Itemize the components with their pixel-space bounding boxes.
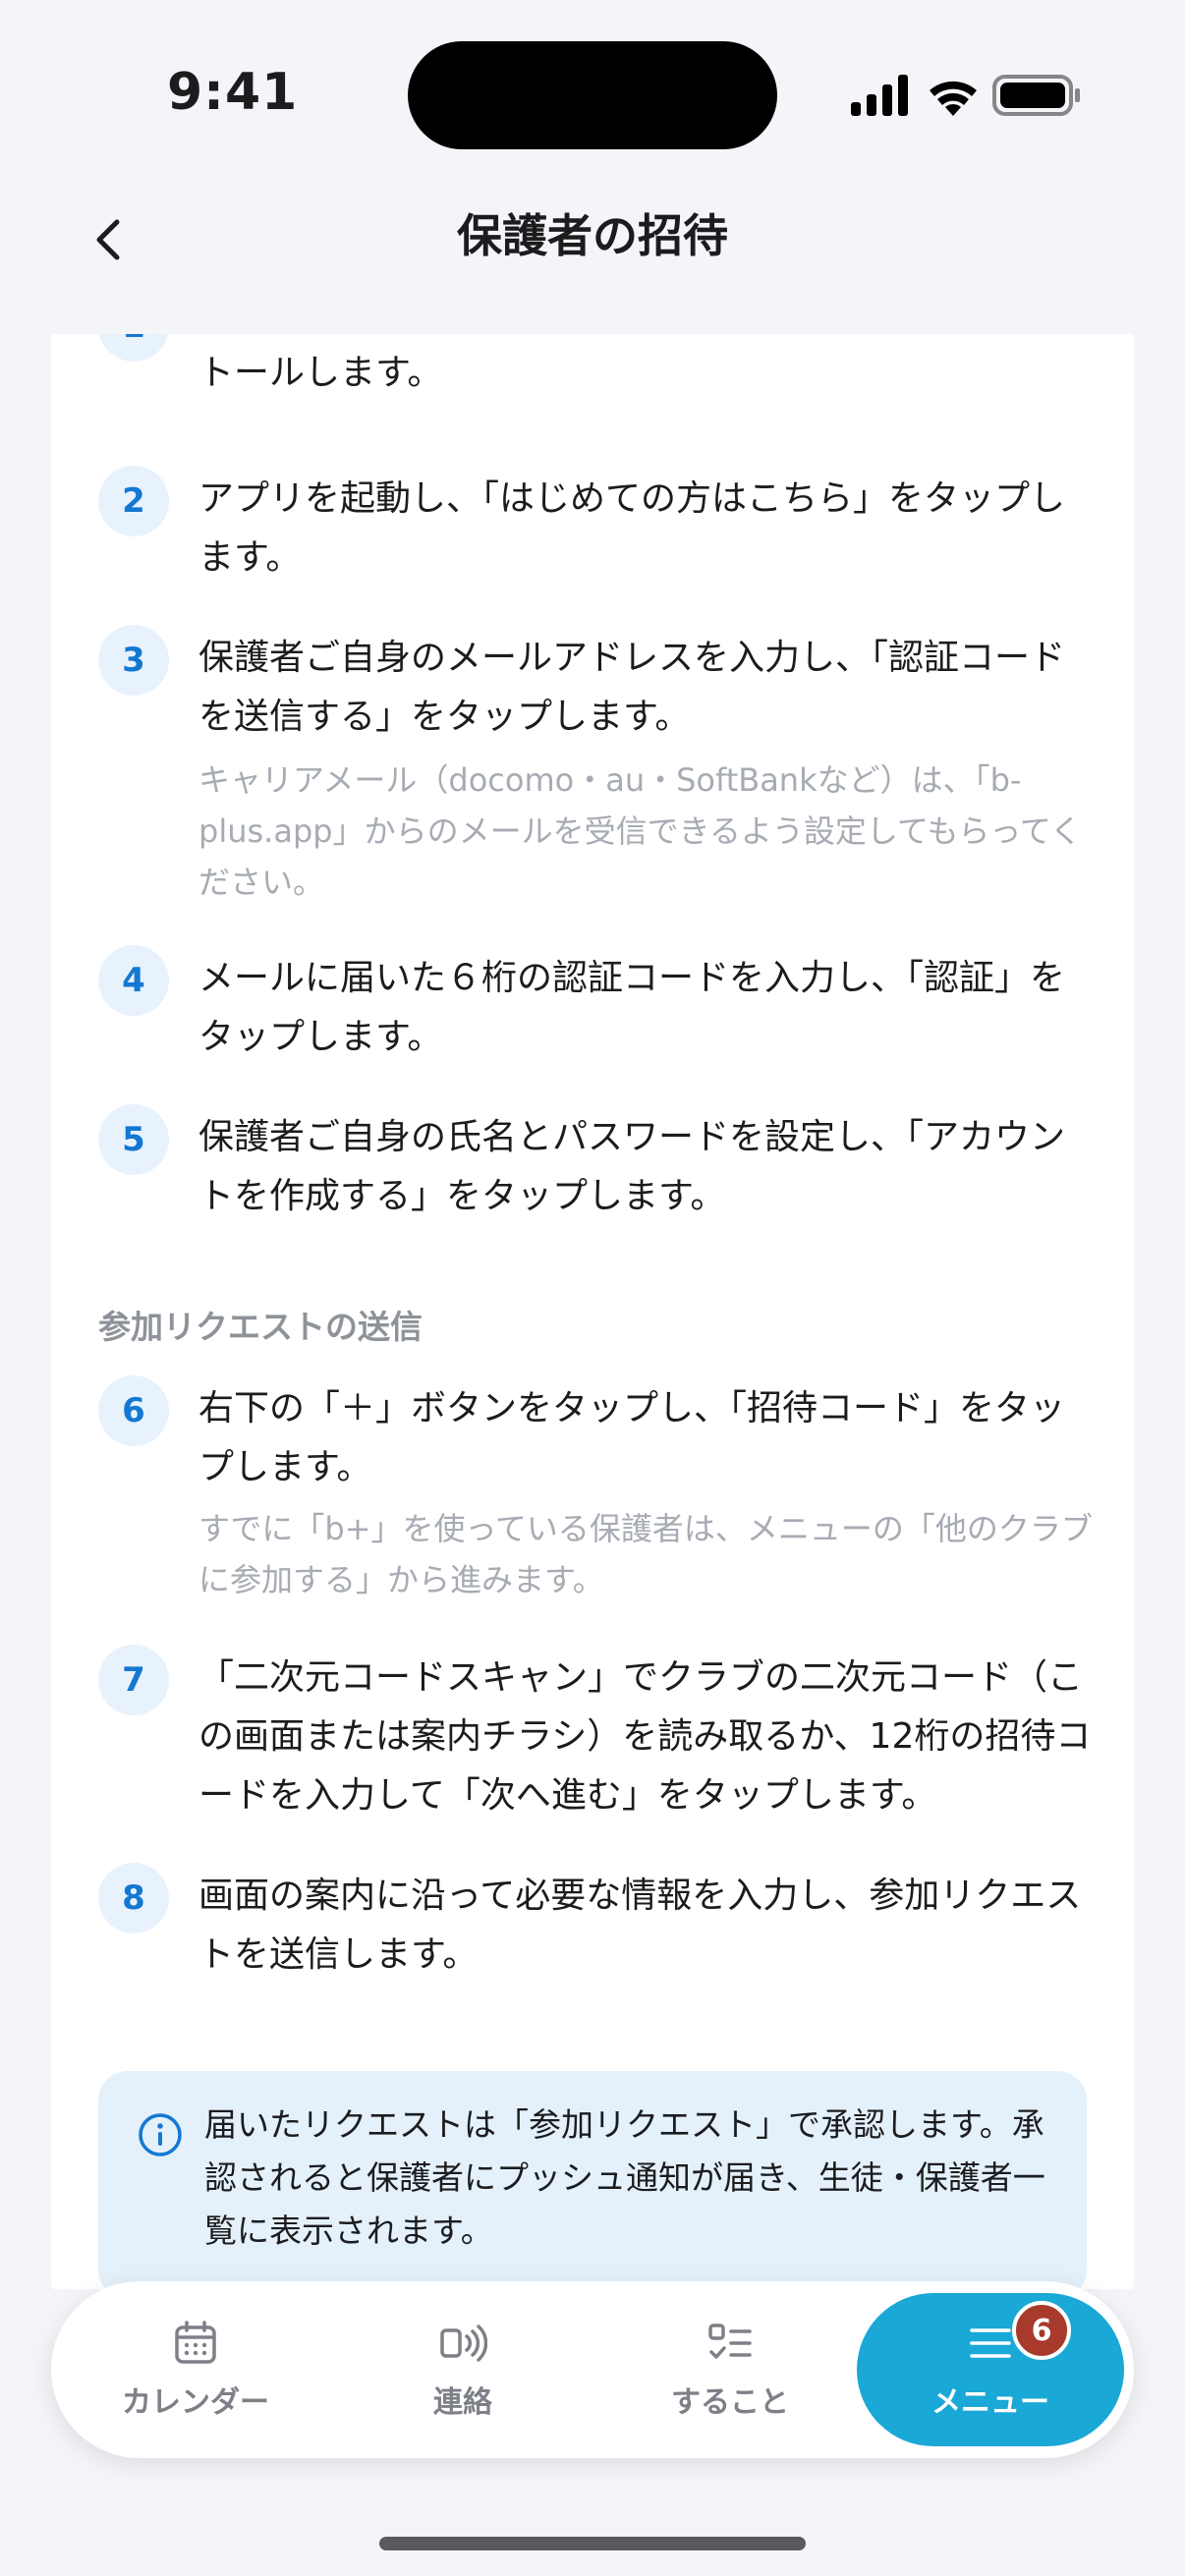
dynamic-island — [408, 41, 777, 149]
info-icon — [139, 2113, 182, 2156]
step-number: 7 — [98, 1645, 169, 1715]
tab-label: 連絡 — [433, 2385, 492, 2420]
tab-todo[interactable]: すること — [597, 2281, 863, 2458]
tab-menu[interactable]: メニュー 6 — [857, 2293, 1124, 2446]
instructions-card: 1 案内チラシの二次元コードから「b+」アプリをインストールします。 2 アプリ… — [51, 334, 1134, 2289]
tab-messages[interactable]: 連絡 — [330, 2281, 595, 2458]
section-heading-request: 参加リクエストの送信 — [98, 1308, 423, 1346]
status-icons — [851, 75, 1080, 116]
notification-badge: 6 — [1012, 2301, 1071, 2360]
tab-label: メニュー — [931, 2385, 1049, 2420]
step-text: 「二次元コードスキャン」でクラブの二次元コード（この画面または案内チラシ）を読み… — [198, 1657, 1092, 1816]
screen: 9:41 保護者の招待 トールします。 2 アプリを起動し、「はじめての方はこち… — [0, 0, 1185, 2576]
wifi-icon — [930, 81, 977, 116]
tab-bar: カレンダー 連絡 すること メニュー 6 — [51, 2281, 1134, 2458]
status-time: 9:41 — [167, 63, 299, 122]
info-box: 届いたリクエストは「参加リクエスト」で承認します。承認されると保護者にプッシュ通… — [98, 2071, 1087, 2289]
step-text: 画面の案内に沿って必要な情報を入力し、参加リクエストを送信します。 — [198, 1876, 1082, 1975]
step-number: 1 — [98, 334, 169, 362]
step-text: 保護者ご自身の氏名とパスワードを設定し、「アカウントを作成する」をタップします。 — [198, 1117, 1066, 1216]
calendar-icon — [175, 2321, 216, 2364]
scroll-content[interactable]: 1 案内チラシの二次元コードから「b+」アプリをインストールします。 2 アプリ… — [0, 334, 1185, 2289]
menu-icon — [970, 2328, 1011, 2358]
checklist-icon — [708, 2324, 752, 2359]
page-title: 保護者の招待 — [457, 209, 728, 262]
step-note: キャリアメール（docomo・au・SoftBankなど）は、「b-plus.a… — [198, 761, 1082, 901]
step-number: 6 — [98, 1375, 169, 1446]
step-number: 2 — [98, 466, 169, 536]
tab-label: すること — [671, 2385, 789, 2420]
info-text: 届いたリクエストは「参加リクエスト」で承認します。承認されると保護者にプッシュ通… — [204, 2105, 1045, 2250]
home-indicator — [379, 2537, 806, 2550]
step-text: メールに届いた６桁の認証コードを入力し、「認証」をタップします。 — [198, 958, 1066, 1057]
status-bar: 9:41 — [0, 0, 1185, 196]
step-text: アプリを起動し、「はじめての方はこちら」をタップします。 — [198, 478, 1066, 578]
nav-bar: 保護者の招待 — [0, 187, 1185, 295]
tab-label: カレンダー — [122, 2385, 269, 2420]
step-note: すでに「b+」を使っている保護者は、メニューの「他のクラブに参加する」から進みま… — [198, 1510, 1093, 1598]
tab-calendar[interactable]: カレンダー — [63, 2281, 328, 2458]
step-number: 5 — [98, 1104, 169, 1175]
step-text: 右下の「＋」ボタンをタップし、「招待コード」をタップします。 — [198, 1388, 1066, 1487]
step-number: 3 — [98, 625, 169, 696]
step-number: 4 — [98, 945, 169, 1016]
broadcast-icon — [440, 2324, 487, 2362]
step-text: 保護者ご自身のメールアドレスを入力し、「認証コードを送信する」をタップします。 — [198, 638, 1066, 737]
battery-icon — [992, 75, 1080, 116]
step-text: 案内チラシの二次元コードから「b+」アプリをインストールします。 — [198, 353, 443, 393]
step-number: 8 — [98, 1863, 169, 1933]
signal-icon — [851, 75, 908, 116]
